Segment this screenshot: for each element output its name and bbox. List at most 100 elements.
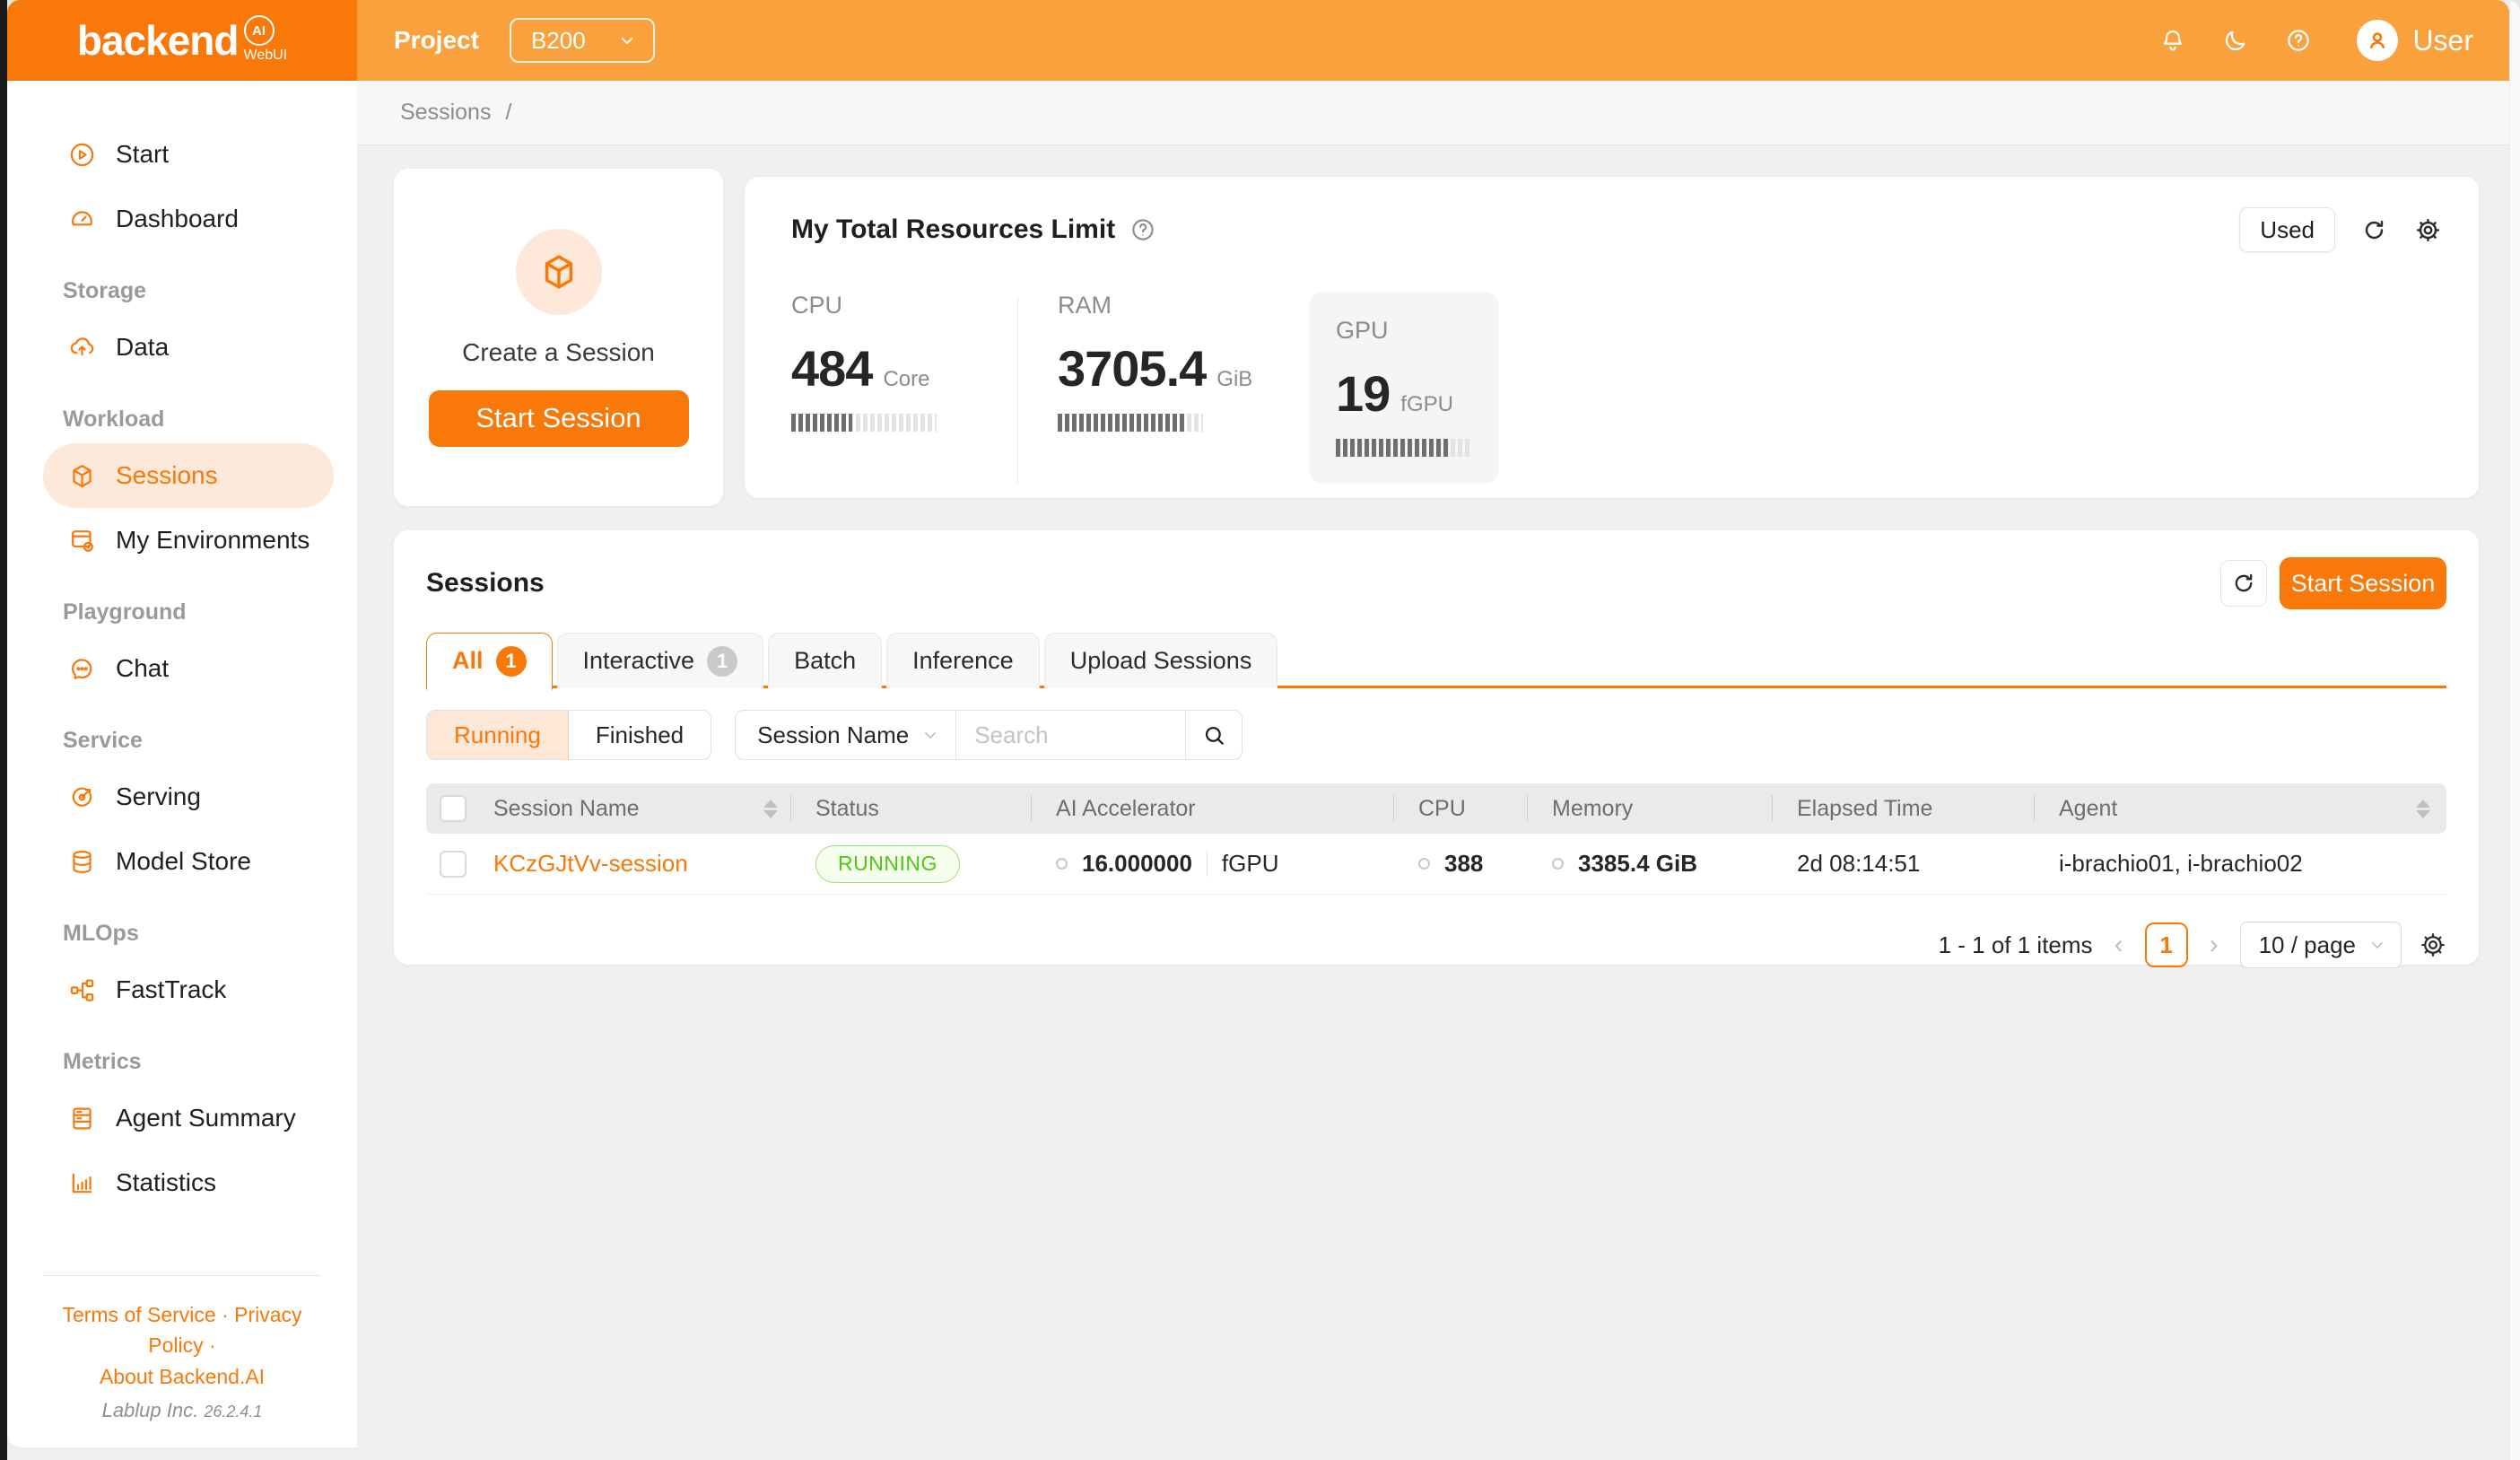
next-page-button[interactable]: ›: [2206, 930, 2222, 960]
row-checkbox[interactable]: [440, 851, 467, 878]
prev-page-button[interactable]: ‹: [2111, 930, 2127, 960]
start-session-button[interactable]: Start Session: [429, 390, 689, 447]
sidebar-group-workload: Workload: [43, 407, 334, 433]
sidebar-item-fasttrack[interactable]: FastTrack: [43, 957, 334, 1022]
ram-stat: RAM 3705.4 GiB: [1058, 292, 1284, 432]
resource-dot-icon: [1552, 858, 1564, 870]
sidebar-item-serving[interactable]: Serving: [43, 765, 334, 829]
ram-usage-bar: [1058, 414, 1203, 432]
cpu-cell: 388: [1444, 850, 1483, 878]
filter-finished[interactable]: Finished: [569, 711, 711, 759]
status-badge: RUNNING: [815, 845, 960, 883]
about-backend-ai-link[interactable]: About Backend.AI: [100, 1365, 265, 1388]
search-input[interactable]: [956, 721, 1185, 749]
memory-cell: 3385.4 GiB: [1578, 850, 1697, 878]
sidebar-group-playground: Playground: [43, 599, 334, 625]
refresh-icon[interactable]: [2359, 214, 2389, 245]
sidebar-group-metrics: Metrics: [43, 1049, 334, 1075]
topbar: Project B200 User: [357, 0, 2509, 81]
app-window: backend AI WebUI Project B200: [7, 0, 2520, 1460]
logo[interactable]: backend AI WebUI: [7, 0, 357, 81]
table-row: KCzGJtVv-session RUNNING 16.000000 fGPU: [426, 834, 2446, 895]
sidebar-item-sessions[interactable]: Sessions: [43, 443, 334, 508]
tab-batch[interactable]: Batch: [768, 633, 882, 688]
question-circle-icon[interactable]: [1129, 216, 1156, 243]
sidebar-item-agent-summary[interactable]: Agent Summary: [43, 1086, 334, 1150]
col-cpu: CPU: [1418, 796, 1466, 822]
tab-all[interactable]: All 1: [426, 633, 553, 691]
project-select-value: B200: [531, 27, 586, 55]
gpu-value: 19: [1336, 364, 1390, 423]
version-number: 26.2.4.1: [204, 1403, 262, 1421]
gpu-stat-card: GPU 19 fGPU: [1309, 292, 1499, 484]
tab-upload-sessions[interactable]: Upload Sessions: [1044, 633, 1278, 688]
user-menu[interactable]: User: [2357, 20, 2473, 61]
dashboard-gauge-icon: [68, 205, 96, 233]
accelerator-unit: fGPU: [1222, 850, 1279, 878]
chevron-down-icon: [2368, 936, 2386, 954]
cpu-stat: CPU 484 Core: [791, 292, 1017, 432]
cpu-value: 484: [791, 339, 872, 398]
terms-of-service-link[interactable]: Terms of Service: [62, 1303, 215, 1326]
window-edge: [0, 0, 7, 1460]
tab-interactive[interactable]: Interactive 1: [557, 633, 764, 688]
session-type-tabs: All 1 Interactive 1 Batch Inference Uplo: [426, 633, 2446, 688]
sidebar-group-storage: Storage: [43, 278, 334, 304]
col-elapsed-time: Elapsed Time: [1797, 796, 1932, 822]
sort-session-name[interactable]: [763, 800, 778, 818]
help-icon[interactable]: [2285, 27, 2312, 54]
cloud-upload-icon: [68, 334, 96, 362]
status-segmented-control: Running Finished: [426, 710, 711, 760]
chevron-down-icon: [617, 31, 637, 50]
sessions-refresh-button[interactable]: [2220, 560, 2267, 607]
environments-icon: [68, 527, 96, 555]
sessions-start-session-button[interactable]: Start Session: [2280, 557, 2446, 609]
sidebar-item-my-environments[interactable]: My Environments: [43, 508, 334, 573]
sidebar-item-start[interactable]: Start: [43, 122, 334, 187]
avatar: [2357, 20, 2398, 61]
sidebar-item-chat[interactable]: Chat: [43, 636, 334, 701]
used-toggle-button[interactable]: Used: [2239, 207, 2335, 252]
chevron-down-icon: [921, 726, 939, 744]
tab-inference[interactable]: Inference: [886, 633, 1040, 688]
sort-agent[interactable]: [2416, 800, 2430, 818]
col-status: Status: [815, 796, 879, 822]
sidebar-item-statistics[interactable]: Statistics: [43, 1150, 334, 1215]
bar-chart-icon: [68, 1169, 96, 1197]
col-memory: Memory: [1552, 796, 1633, 822]
project-select[interactable]: B200: [510, 18, 655, 63]
page-size-select[interactable]: 10 / page: [2240, 922, 2402, 968]
notifications-bell-icon[interactable]: [2159, 27, 2186, 54]
agent-cell: i-brachio01, i-brachio02: [2059, 850, 2303, 878]
breadcrumb-current[interactable]: Sessions: [400, 100, 491, 126]
dark-mode-moon-icon[interactable]: [2222, 27, 2249, 54]
scrollbar-track[interactable]: [2509, 0, 2520, 1460]
ram-unit: GiB: [1216, 367, 1252, 392]
sidebar-item-data[interactable]: Data: [43, 315, 334, 380]
sidebar-item-dashboard[interactable]: Dashboard: [43, 187, 334, 251]
col-session-name: Session Name: [493, 796, 640, 822]
stat-divider: [1017, 297, 1018, 484]
search-category-select[interactable]: Session Name: [736, 721, 955, 749]
search-button[interactable]: [1186, 711, 1242, 759]
serving-target-icon: [68, 783, 96, 811]
col-agent: Agent: [2059, 796, 2117, 822]
table-settings-gear-icon[interactable]: [2420, 931, 2446, 958]
play-circle-icon: [68, 141, 96, 169]
select-all-checkbox[interactable]: [440, 795, 467, 822]
logo-ai-badge: AI: [244, 15, 275, 46]
session-name-link[interactable]: KCzGJtVv-session: [493, 850, 688, 878]
sidebar-group-mlops: MLOps: [43, 921, 334, 947]
filter-running[interactable]: Running: [427, 711, 569, 759]
sidebar-item-model-store[interactable]: Model Store: [43, 829, 334, 894]
current-page-button[interactable]: 1: [2145, 922, 2188, 967]
sessions-panel: Sessions Start Session All 1 Interact: [394, 530, 2479, 965]
tab-all-count-badge: 1: [496, 646, 527, 677]
gear-icon[interactable]: [2412, 214, 2443, 245]
cpu-unit: Core: [883, 367, 929, 392]
table-header-row: Session Name Status AI Accelerator CPU M…: [426, 783, 2446, 834]
logo-webui-label: WebUI: [244, 48, 288, 64]
footer-divider: [43, 1275, 321, 1276]
refresh-icon: [2231, 571, 2256, 596]
gpu-label: GPU: [1336, 317, 1472, 345]
